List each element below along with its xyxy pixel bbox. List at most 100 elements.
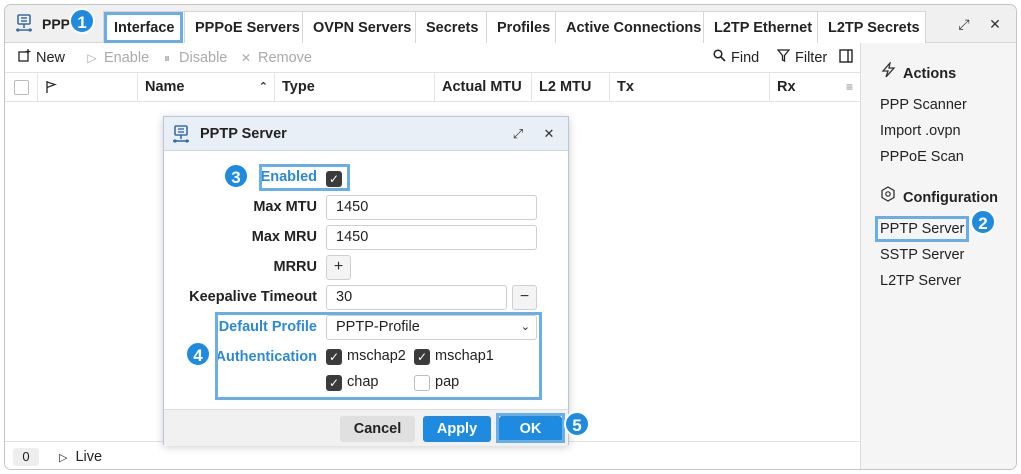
tab-bar: PPP Interface PPPoE Servers OVPN Servers…: [5, 5, 1016, 43]
table-header: Name ⌃ Type Actual MTU L2 MTU Tx Rx ≡: [5, 73, 860, 102]
lightning-icon: [879, 60, 897, 82]
actions-title: Actions: [903, 66, 957, 82]
close-icon[interactable]: ✕: [985, 14, 1005, 34]
cancel-button[interactable]: Cancel: [340, 416, 415, 442]
column-type[interactable]: Type: [274, 73, 434, 102]
default-profile-value: PPTP-Profile: [336, 319, 420, 335]
chap-label: chap: [347, 374, 379, 390]
pap-checkbox[interactable]: [414, 375, 430, 391]
tab-profiles[interactable]: Profiles: [486, 11, 555, 43]
tab-active-connections[interactable]: Active Connections: [555, 11, 703, 43]
tab-ovpn-servers[interactable]: OVPN Servers: [302, 11, 415, 43]
keepalive-row: Keepalive Timeout: [164, 289, 317, 309]
new-icon: [17, 49, 31, 67]
authentication-label: Authentication: [215, 349, 318, 365]
panel-toggle-icon[interactable]: [839, 49, 853, 67]
column-name[interactable]: Name ⌃: [137, 73, 274, 102]
remove-label: Remove: [258, 50, 312, 66]
new-label: New: [36, 50, 66, 66]
dialog-close-icon[interactable]: ✕: [540, 125, 558, 143]
disable-label: Disable: [179, 50, 228, 66]
column-l2-mtu[interactable]: L2 MTU: [531, 73, 609, 102]
dialog-footer: Cancel Apply OK: [164, 409, 568, 446]
mschap2-label: mschap2: [347, 348, 406, 364]
find-label: Find: [731, 50, 760, 66]
dialog-restore-icon[interactable]: ⤢: [509, 125, 527, 143]
live-label: Live: [75, 449, 103, 465]
action-ppp-scanner[interactable]: PPP Scanner: [880, 97, 967, 113]
column-menu-icon[interactable]: ≡: [846, 73, 853, 102]
new-button[interactable]: New: [17, 49, 65, 67]
play-icon: ▷: [87, 51, 97, 65]
column-name-label: Name: [145, 79, 185, 95]
disable-button[interactable]: ⏸ Disable: [160, 49, 227, 67]
network-icon: [16, 14, 32, 32]
select-all-checkbox[interactable]: [14, 80, 29, 95]
live-button[interactable]: ▷ Live: [59, 448, 102, 466]
filter-label: Filter: [795, 50, 828, 66]
ok-button[interactable]: OK: [499, 416, 562, 442]
restore-icon[interactable]: ⤢: [954, 14, 974, 34]
action-pppoe-scan[interactable]: PPPoE Scan: [880, 149, 964, 165]
row-count: 0: [13, 448, 39, 466]
config-sstp-server[interactable]: SSTP Server: [880, 247, 964, 263]
enable-label: Enable: [104, 50, 150, 66]
remove-button[interactable]: ✕ Remove: [239, 49, 312, 67]
find-button[interactable]: Find: [712, 49, 759, 67]
search-icon: [712, 49, 726, 67]
config-pptp-server[interactable]: PPTP Server: [880, 221, 964, 237]
pap-label: pap: [435, 374, 460, 390]
actions-heading: Actions: [879, 60, 957, 82]
max-mru-input[interactable]: 1450: [326, 225, 537, 250]
mschap1-label: mschap1: [435, 348, 494, 364]
column-tx[interactable]: Tx: [609, 73, 769, 102]
default-profile-label: Default Profile: [218, 319, 317, 335]
tab-secrets[interactable]: Secrets: [415, 11, 486, 43]
dialog-header: PPTP Server ⤢ ✕: [164, 117, 568, 151]
filter-button[interactable]: Filter: [776, 49, 827, 67]
keepalive-label: Keepalive Timeout: [189, 289, 317, 305]
tab-l2tp-secrets[interactable]: L2TP Secrets: [817, 11, 926, 43]
default-profile-select[interactable]: PPTP-Profile ⌄: [326, 315, 537, 340]
step-badge-2: 2: [970, 209, 996, 235]
play-icon: ▷: [59, 452, 68, 464]
chap-checkbox[interactable]: ✓: [326, 375, 342, 391]
pause-icon: ⏸: [163, 51, 170, 65]
action-import-ovpn[interactable]: Import .ovpn: [880, 123, 961, 139]
apply-button[interactable]: Apply: [423, 416, 491, 442]
max-mtu-row: Max MTU: [164, 199, 317, 219]
keepalive-input[interactable]: 30: [326, 285, 507, 310]
remove-icon: ✕: [240, 51, 252, 65]
network-icon: [173, 125, 189, 143]
toolbar: New ▷ Enable ⏸ Disable ✕ Remove Find Filter: [5, 43, 860, 73]
mrru-add-button[interactable]: +: [326, 255, 351, 280]
max-mtu-label: Max MTU: [253, 199, 317, 215]
step-badge-1: 1: [69, 8, 95, 34]
enable-button[interactable]: ▷ Enable: [85, 49, 149, 67]
tab-pppoe-servers[interactable]: PPPoE Servers: [184, 11, 302, 43]
mschap2-checkbox[interactable]: ✓: [326, 349, 342, 365]
config-l2tp-server[interactable]: L2TP Server: [880, 273, 961, 289]
flag-icon: [46, 81, 58, 94]
filter-icon: [776, 49, 790, 67]
chevron-down-icon: ⌄: [520, 321, 530, 333]
window-title: PPP: [42, 16, 71, 32]
mschap1-checkbox[interactable]: ✓: [414, 349, 430, 365]
pptp-server-dialog: PPTP Server ⤢ ✕ Enabled ✓ Max MTU 1450 M…: [163, 116, 569, 446]
enabled-checkbox[interactable]: ✓: [326, 171, 342, 187]
configuration-heading: Configuration: [879, 186, 998, 206]
tab-interface[interactable]: Interface: [103, 11, 184, 43]
step-badge-5: 5: [564, 411, 590, 437]
dialog-title: PPTP Server: [200, 126, 287, 142]
mrru-row: MRRU: [164, 259, 318, 279]
max-mru-row: Max MRU: [164, 229, 317, 249]
tab-l2tp-ethernet[interactable]: L2TP Ethernet: [703, 11, 817, 43]
keepalive-remove-button[interactable]: −: [512, 285, 537, 310]
flag-column[interactable]: [37, 73, 137, 102]
right-panel: Actions PPP Scanner Import .ovpn PPPoE S…: [860, 43, 1016, 469]
hexagon-icon: [879, 186, 897, 206]
configuration-title: Configuration: [903, 190, 999, 206]
max-mtu-input[interactable]: 1450: [326, 195, 537, 220]
column-actual-mtu[interactable]: Actual MTU: [434, 73, 531, 102]
enabled-label: Enabled: [260, 169, 317, 185]
